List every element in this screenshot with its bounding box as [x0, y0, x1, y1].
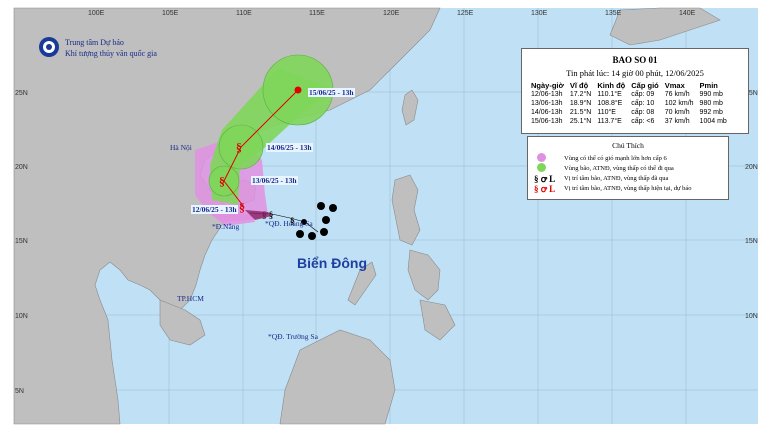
table-cell: 15/06-13h: [531, 118, 563, 125]
legend-title: Chú Thích: [612, 141, 644, 150]
lat-tick: 15N: [15, 238, 28, 245]
lon-tick: 110E: [236, 10, 252, 17]
forecast-storm-symbol-13: §: [219, 174, 225, 188]
table-cell: 990 mb: [699, 91, 723, 98]
table-cell: 25.1°N: [569, 118, 592, 125]
lon-tick: 100E: [88, 10, 105, 17]
place-truongsa: *QĐ. Trường Sa: [268, 332, 318, 341]
table-cell: cấp: 09: [631, 91, 655, 98]
place-danang: *Đ.Nẵng: [212, 222, 240, 231]
table-cell: 70 km/h: [664, 109, 690, 116]
table-row: 12/06-13h 17.2°N 110.1°E cấp: 09 76 km/h…: [528, 90, 730, 99]
lat-tick: 25N: [15, 90, 28, 97]
track-label-13: 13/06/25 - 13h: [251, 176, 298, 185]
storm-forecast-map: 100E 105E 110E 115E 120E 125E 130E 135E …: [0, 0, 774, 433]
map-legend: Chú Thích Vùng có thể có gió mạnh lớn hơ…: [527, 136, 729, 200]
legend-text: Vị trí tâm bão, ATNĐ, vùng thấp hiện tại…: [564, 185, 692, 192]
table-cell: 13/06-13h: [531, 100, 563, 107]
lat-tick-right: 20N: [745, 164, 758, 171]
lon-tick: 130E: [531, 10, 548, 17]
column-header: Ngày-giờ: [531, 81, 564, 90]
forecast-table: Ngày-giờ Vĩ độ Kinh độ Cấp gió Vmax Pmin…: [528, 81, 730, 126]
lon-tick: 135E: [605, 10, 622, 17]
table-cell: 17.2°N: [569, 91, 592, 98]
column-header: Vmax: [664, 81, 685, 90]
table-cell: cấp: <6: [631, 118, 655, 125]
legend-text: Vùng có thể có gió mạnh lớn hơn cấp 6: [564, 155, 667, 162]
table-cell: 1004 mb: [699, 118, 727, 125]
storm-title: BAO SO 01: [612, 55, 658, 65]
table-header: Ngày-giờ Vĩ độ Kinh độ Cấp gió Vmax Pmin: [528, 81, 730, 90]
lon-tick: 105E: [162, 10, 179, 17]
table-row: 15/06-13h 25.1°N 113.7°E cấp: <6 37 km/h…: [528, 117, 730, 126]
column-header: Kinh độ: [597, 81, 626, 90]
table-cell: 108.8°E: [597, 100, 623, 107]
agency-name: Trung tâm Dự báo Khí tượng thủy văn quốc…: [65, 37, 157, 59]
legend-item: Vùng có thể có gió mạnh lớn hơn cấp 6: [534, 153, 667, 163]
track-label-15: 15/06/25 - 13h: [308, 88, 355, 97]
table-cell: 110°E: [597, 109, 616, 116]
table-cell: 992 mb: [699, 109, 723, 116]
table-cell: 37 km/h: [664, 118, 690, 125]
table-row: 14/06-13h 21.5°N 110°E cấp: 08 70 km/h 9…: [528, 108, 730, 117]
legend-item: § ꝍ L Vị trí tâm bão, ATNĐ, vùng thấp hi…: [534, 184, 692, 194]
legend-text: Vị trí tâm bão, ATNĐ, vùng thấp đã qua: [564, 175, 669, 182]
lat-tick-right: 15N: [745, 238, 758, 245]
lat-tick: 5N: [15, 388, 24, 395]
current-storm-symbol: §: [239, 200, 245, 214]
lon-tick: 140E: [679, 10, 696, 17]
lon-tick: 125E: [457, 10, 474, 17]
table-cell: 18.9°N: [569, 100, 592, 107]
place-hanoi: Hà Nội: [170, 143, 192, 152]
storm-info-panel: BAO SO 01 Tin phát lúc: 14 giờ 00 phút, …: [521, 48, 749, 134]
agency-line1: Trung tâm Dự báo: [65, 38, 124, 47]
sea-label: Biển Đông: [297, 255, 367, 271]
table-cell: 980 mb: [699, 100, 723, 107]
table-cell: 21.5°N: [569, 109, 592, 116]
table-cell: 14/06-13h: [531, 109, 563, 116]
agency-logo: [38, 36, 60, 63]
table-cell: 110.1°E: [597, 91, 622, 98]
lat-tick: 20N: [15, 164, 28, 171]
table-cell: cấp: 08: [631, 109, 655, 116]
track-label-14: 14/06/25 - 13h: [266, 143, 313, 152]
column-header: Vĩ độ: [569, 81, 589, 90]
lat-tick-right: 10N: [745, 313, 758, 320]
table-cell: cấp: 10: [631, 100, 655, 107]
table-cell: 102 km/h: [664, 100, 694, 107]
issue-time: Tin phát lúc: 14 giờ 00 phút, 12/06/2025: [566, 68, 704, 78]
forecast-low-15: [294, 86, 302, 94]
track-label-12: 12/06/25 - 13h: [191, 205, 238, 214]
place-hcm: TP.HCM: [177, 294, 204, 303]
table-row: 13/06-13h 18.9°N 108.8°E cấp: 10 102 km/…: [528, 99, 730, 108]
column-header: Cấp gió: [631, 81, 659, 90]
table-cell: 113.7°E: [597, 118, 622, 125]
forecast-storm-symbol-14: §: [236, 140, 242, 154]
legend-text: Vùng bão, ATNĐ, vùng thấp có thể đi qua: [564, 165, 674, 172]
column-header: Pmin: [699, 81, 718, 90]
legend-symbol-current: § ꝍ L: [534, 184, 556, 194]
lat-tick: 10N: [15, 313, 28, 320]
lon-tick: 120E: [383, 10, 400, 17]
lon-tick: 115E: [309, 10, 325, 17]
table-cell: 12/06-13h: [531, 91, 563, 98]
table-cell: 76 km/h: [664, 91, 690, 98]
agency-line2: Khí tượng thủy văn quốc gia: [65, 49, 157, 58]
place-hoangsa: *QĐ. Hoàng Sa: [265, 219, 313, 228]
